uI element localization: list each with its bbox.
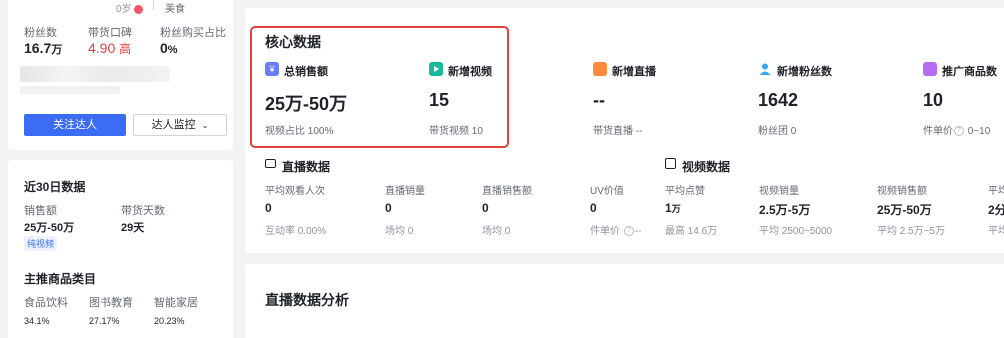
total-sales-label: 总销售额 [284,66,328,78]
live-avg-viewers-label: 平均观看人次 [265,186,325,197]
video-avg-likes-value: 1万 [665,201,681,215]
profile-divider [153,1,154,10]
recent-card: 近30日数据 销售额 25万-50万 带货天数 29天 纯视频 主推商品类目 食… [8,160,233,338]
live-analysis-card: 直播数据分析 [245,264,1004,338]
category-name-3: 智能家居 [154,297,198,309]
monitor-button[interactable]: 达人监控 ⌄ [133,114,227,136]
new-videos-value: 15 [429,90,450,110]
product-icon [923,62,937,76]
recent-sales-value: 25万-50万 [24,222,75,234]
profile-card: 0岁 美食 粉丝数 16.7万 带货口碑 4.90 高 粉丝购买占比 0% 关注… [8,0,233,150]
new-live-label: 新增直播 [612,66,656,78]
new-videos-sub: 带货视频 10 [429,126,483,137]
promo-products-sub: 件单价? 0~10 [923,126,991,137]
help-icon[interactable]: ? [954,126,964,137]
category-name-1: 食品饮料 [24,297,68,309]
category-name-2: 图书教育 [89,297,133,309]
category-pct-3: 20.23% [154,316,185,326]
promo-products-label: 推广商品数 [942,66,997,78]
category-pct-2: 27.17% [89,316,120,326]
reputation-label: 带货口碑 [88,27,132,39]
recent-sales-label: 销售额 [24,205,57,217]
monitor-button-label: 达人监控 [151,119,196,131]
total-sales-sub: 视频占比 100% [265,126,334,137]
live-data-title: 直播数据 [282,160,331,174]
categories-title: 主推商品类目 [24,272,97,286]
profile-category: 美食 [165,4,185,15]
video-sales-label: 视频销售额 [877,186,927,197]
video-volume-label: 视频销量 [759,186,799,197]
new-videos-label: 新增视频 [448,66,492,78]
recent-days-label: 带货天数 [121,205,165,217]
profile-age: 0岁 [116,0,144,15]
reputation-value: 4.90 高 [88,40,132,56]
blurred-info [20,66,170,82]
fan-buy-ratio-value: 0% [160,40,178,56]
video-only-tag: 纯视频 [24,236,58,251]
blurred-info-2 [20,86,120,94]
live-sales-value: 0 [482,201,489,215]
help-icon[interactable]: ? [623,226,634,237]
fans-label: 粉丝数 [24,27,57,39]
video-avg-likes-label: 平均点赞 [665,186,705,197]
category-pct-1: 34.1% [24,316,50,326]
video-icon [429,62,443,76]
live-volume-sub: 场均 0 [385,226,414,237]
fan-buy-ratio-label: 粉丝购买占比 [160,27,226,39]
recent-days-value: 29天 [121,222,145,234]
live-data-icon [265,159,276,168]
uv-value-label: UV价值 [590,186,624,197]
core-data-card: 核心数据 ¥ 总销售额 25万-50万 视频占比 100% 新增视频 15 带货… [245,8,1004,253]
core-title: 核心数据 [265,34,321,50]
video-avg-likes-sub: 最高 14.6万 [665,226,718,237]
new-live-sub: 带货直播 -- [593,126,643,137]
video-volume-sub: 平均 2500~5000 [759,226,833,237]
uv-value-value: 0 [590,201,597,215]
yen-icon: ¥ [265,62,279,76]
promo-products-value: 10 [923,90,944,110]
new-fans-value: 1642 [758,90,799,110]
new-live-value: -- [593,90,605,110]
video-sales-value: 25万-50万 [877,203,932,217]
total-sales-value: 25万-50万 [265,94,348,114]
chevron-down-icon: ⌄ [201,121,209,130]
live-icon [593,62,607,76]
user-icon [758,62,772,76]
live-sales-sub: 场均 0 [482,226,511,237]
recent-title: 近30日数据 [24,180,86,194]
video-data-icon [665,158,676,169]
video-extra-value: 2分 [988,203,1004,217]
new-fans-label: 新增粉丝数 [777,66,832,78]
new-fans-sub: 粉丝团 0 [758,126,797,137]
follow-button[interactable]: 关注达人 [24,114,126,136]
video-data-title: 视频数据 [682,160,731,174]
video-extra-sub: 平均 [988,226,1004,237]
uv-value-sub: 件单价 ? -- [590,226,642,237]
live-avg-viewers-value: 0 [265,201,272,215]
live-avg-viewers-sub: 互动率 0.00% [265,226,327,237]
video-sales-sub: 平均 2.5万~5万 [877,226,946,237]
video-volume-value: 2.5万-5万 [759,203,811,217]
fans-value: 16.7万 [24,40,63,56]
video-extra-label: 平均 [988,186,1004,197]
live-volume-label: 直播销量 [385,186,425,197]
live-analysis-title: 直播数据分析 [265,292,349,308]
live-volume-value: 0 [385,201,392,215]
live-sales-label: 直播销售额 [482,186,532,197]
